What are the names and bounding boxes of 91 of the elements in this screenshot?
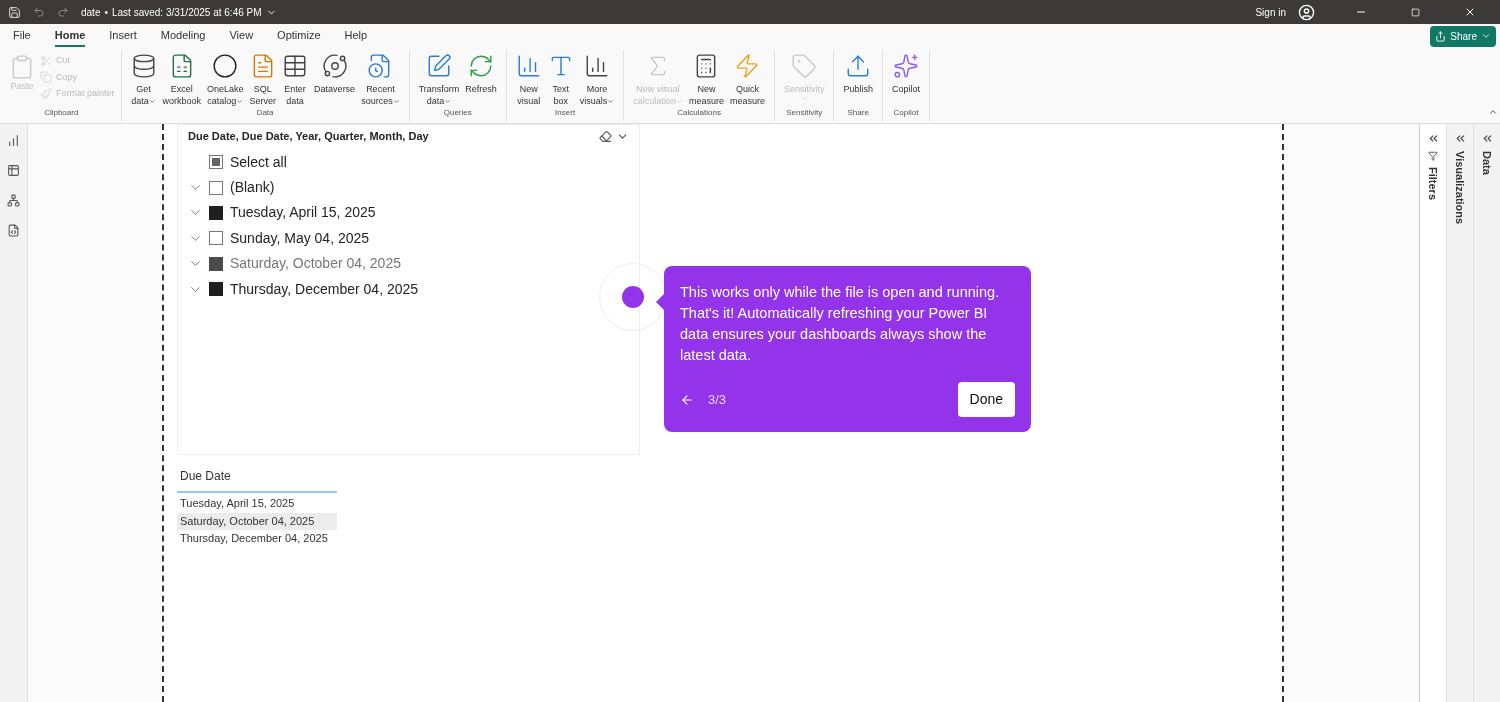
ribbon-button[interactable]: New measure	[685, 50, 727, 107]
share-icon	[1435, 30, 1447, 42]
caret-icon	[148, 97, 156, 105]
pane-title: Data	[1480, 151, 1495, 175]
checkbox[interactable]	[209, 231, 223, 246]
ribbon-button[interactable]: Publish	[840, 50, 876, 95]
ribbon-button[interactable]: OneLake catalog	[204, 50, 247, 107]
done-button[interactable]: Done	[957, 382, 1015, 417]
side-pane-tab[interactable]: Data	[1473, 124, 1500, 702]
checkbox[interactable]	[209, 180, 223, 195]
checkbox[interactable]	[209, 256, 223, 271]
column-header: Due Date	[177, 467, 337, 493]
ribbon-button[interactable]: Quick measure	[726, 50, 768, 107]
query-view-icon[interactable]	[7, 224, 20, 237]
ribbon-button[interactable]: Dataverse	[311, 50, 359, 95]
caret-icon	[800, 95, 808, 102]
group-label: Share	[846, 107, 870, 119]
table-cell-text: Thursday, December 04, 2025	[179, 531, 329, 546]
copy-icon	[40, 71, 52, 84]
ribbon-button[interactable]: Transform data	[415, 50, 463, 107]
ribbon-button[interactable]: Refresh	[462, 50, 500, 95]
sparkles-icon	[892, 53, 919, 79]
ribbon-button[interactable]: New visual	[512, 50, 545, 107]
circle-icon	[212, 53, 239, 79]
table-cell-text: Tuesday, April 15, 2025	[179, 496, 296, 511]
step-counter: 3/3	[708, 390, 728, 409]
menu-tab[interactable]: View	[229, 25, 254, 47]
undo-icon[interactable]	[33, 6, 45, 18]
group-label: Sensitivity	[785, 107, 824, 119]
collapse-icon[interactable]	[1488, 107, 1498, 117]
avatar-icon[interactable]	[1298, 3, 1315, 21]
slicer-item-label[interactable]: Tuesday, April 15, 2025	[230, 202, 376, 224]
share-button[interactable]: Share	[1430, 25, 1496, 47]
ribbon-button[interactable]: More visuals	[576, 50, 618, 107]
scissors-icon	[40, 54, 52, 67]
file-name: date	[81, 5, 101, 20]
menu-tab[interactable]: Modeling	[160, 25, 206, 47]
eraser-icon[interactable]	[599, 129, 612, 143]
caret-icon	[675, 97, 683, 105]
back-icon[interactable]	[680, 392, 694, 407]
filter-icon	[1428, 151, 1438, 161]
checkbox[interactable]	[209, 155, 223, 170]
pane-title: Visualizations	[1453, 151, 1468, 225]
ribbon-button[interactable]: Recent sources	[358, 50, 403, 107]
ribbon-button[interactable]: Excel workbook	[159, 50, 205, 107]
unsaved-dot: •	[104, 5, 108, 20]
menu-tab[interactable]: Insert	[109, 25, 137, 47]
slicer-item-label[interactable]: Sunday, May 04, 2025	[230, 227, 370, 249]
caret-icon	[607, 97, 615, 105]
side-pane-tab[interactable]: Visualizations	[1446, 124, 1473, 702]
close-icon[interactable]	[1464, 6, 1476, 18]
group-label: Clipboard	[43, 107, 80, 119]
report-view-icon[interactable]	[7, 134, 20, 147]
ribbon-button[interactable]: Text box	[544, 50, 577, 107]
menu-tab[interactable]: Optimize	[277, 25, 321, 47]
menu-tab[interactable]: Help	[344, 25, 368, 47]
caret-icon	[392, 97, 400, 105]
caret-icon	[1481, 31, 1491, 41]
save-icon[interactable]	[8, 5, 21, 19]
table-view-icon[interactable]	[7, 164, 20, 177]
redo-icon[interactable]	[57, 6, 69, 18]
ribbon-button[interactable]: Get data	[127, 50, 160, 107]
checkbox[interactable]	[209, 205, 223, 220]
sign-in-link[interactable]: Sign in	[1255, 4, 1286, 20]
paintbrush-icon	[40, 87, 52, 100]
model-view-icon[interactable]	[7, 194, 20, 207]
caret-icon	[236, 97, 244, 105]
ribbon-button[interactable]: SQL Server	[246, 50, 280, 107]
tooltip-text: This works only while the file is open and running. That's it! Automatically refreshing your Power BI data ensures your dashboards always show the latest data.	[680, 283, 1001, 365]
slicer-item-label[interactable]: Thursday, December 04, 2025	[230, 278, 419, 300]
swirl-icon	[321, 53, 348, 79]
save-status: Last saved: 3/31/2025 at 6:46 PM	[112, 5, 262, 20]
caret-icon	[444, 97, 452, 105]
slicer-item-label[interactable]: (Blank)	[230, 177, 275, 199]
slicer-item-label[interactable]: Saturday, October 04, 2025	[230, 253, 401, 275]
checkbox[interactable]	[209, 282, 223, 297]
group-label: Calculations	[676, 107, 722, 119]
group-label: Queries	[442, 107, 473, 119]
pane-title: Filters	[1426, 167, 1441, 200]
table-pen-icon	[426, 53, 452, 79]
ribbon-button[interactable]: Copilot	[888, 50, 923, 95]
group-label: Data	[255, 107, 275, 119]
group-label: Copilot	[892, 107, 920, 119]
maximize-icon[interactable]	[1411, 7, 1420, 17]
slicer-title: Due Date, Due Date, Year, Quarter, Month, Day	[188, 129, 430, 144]
group-label: Insert	[554, 107, 577, 119]
tag-icon	[791, 53, 818, 79]
ribbon-button[interactable]: Enter data	[279, 50, 312, 107]
slicer-item-label[interactable]: Select all	[230, 151, 287, 173]
table-cell: Saturday, October 04, 2025	[177, 512, 337, 530]
menu-tab[interactable]: File	[13, 25, 31, 47]
